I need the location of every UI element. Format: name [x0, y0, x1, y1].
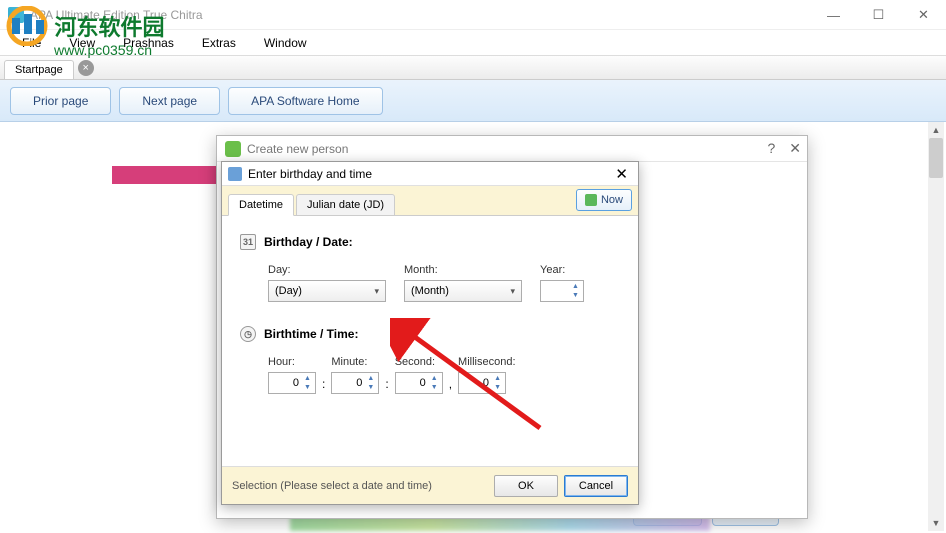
menu-extras[interactable]: Extras — [188, 32, 250, 54]
titlebar: APA Ultimate Edition True Chitra — [0, 0, 946, 30]
tab-julian[interactable]: Julian date (JD) — [296, 194, 395, 216]
birthday-dialog: Enter birthday and time ✕ Datetime Julia… — [221, 161, 639, 505]
menubar: File View Prashnas Extras Window — [0, 30, 946, 56]
up-arrow-icon[interactable]: ▲ — [364, 374, 377, 383]
scroll-down-icon[interactable]: ▼ — [928, 515, 944, 531]
month-combo[interactable]: (Month) — [404, 280, 522, 302]
tab-close-icon[interactable]: × — [78, 60, 94, 76]
prior-page-button[interactable]: Prior page — [10, 87, 111, 115]
down-arrow-icon[interactable]: ▼ — [301, 383, 314, 392]
tab-datetime[interactable]: Datetime — [228, 194, 294, 216]
menu-prashnas[interactable]: Prashnas — [109, 32, 188, 54]
second-spinner[interactable]: 0▲▼ — [395, 372, 443, 394]
up-arrow-icon[interactable]: ▲ — [428, 374, 441, 383]
outer-close-button[interactable]: ✕ — [789, 140, 801, 157]
outer-dialog-title: Create new person — [247, 142, 348, 156]
window-controls: — ☐ ✕ — [811, 0, 946, 30]
up-arrow-icon[interactable]: ▲ — [569, 282, 582, 291]
person-icon — [225, 141, 241, 157]
now-icon — [585, 194, 597, 206]
time-section-label: Birthtime / Time: — [264, 327, 358, 341]
year-label: Year: — [540, 264, 584, 276]
month-value: (Month) — [411, 285, 449, 297]
day-combo[interactable]: (Day) — [268, 280, 386, 302]
menu-file[interactable]: File — [8, 32, 55, 54]
down-arrow-icon[interactable]: ▼ — [364, 383, 377, 392]
day-value: (Day) — [275, 285, 302, 297]
calendar-icon — [228, 167, 242, 181]
ms-label: Millisecond: — [458, 356, 515, 368]
toolbar: Prior page Next page APA Software Home — [0, 80, 946, 122]
inner-dialog-title: Enter birthday and time — [248, 167, 372, 181]
ok-button[interactable]: OK — [494, 475, 558, 497]
second-label: Second: — [395, 356, 443, 368]
outer-help-button[interactable]: ? — [767, 140, 775, 157]
time-separator: , — [449, 377, 452, 394]
hour-value: 0 — [293, 377, 299, 389]
minimize-button[interactable]: — — [811, 0, 856, 30]
month-label: Month: — [404, 264, 522, 276]
footer-hint: Selection (Please select a date and time… — [232, 480, 488, 492]
day-label: Day: — [268, 264, 386, 276]
next-page-button[interactable]: Next page — [119, 87, 220, 115]
down-arrow-icon[interactable]: ▼ — [569, 291, 582, 300]
time-separator: : — [322, 377, 325, 394]
inner-close-button[interactable]: ✕ — [611, 165, 632, 183]
minute-value: 0 — [356, 377, 362, 389]
ms-value: 0 — [483, 377, 489, 389]
time-separator: : — [385, 377, 388, 394]
close-button[interactable]: ✕ — [901, 0, 946, 30]
document-tabs: Startpage × — [0, 56, 946, 80]
scroll-thumb[interactable] — [929, 138, 943, 178]
second-value: 0 — [420, 377, 426, 389]
vertical-scrollbar[interactable]: ▲ ▼ — [928, 122, 944, 531]
maximize-button[interactable]: ☐ — [856, 0, 901, 30]
now-button[interactable]: Now — [576, 189, 632, 211]
clock-icon: ◷ — [240, 326, 256, 342]
menu-view[interactable]: View — [55, 32, 109, 54]
ms-spinner[interactable]: 0▲▼ — [458, 372, 506, 394]
minute-label: Minute: — [331, 356, 379, 368]
hour-label: Hour: — [268, 356, 316, 368]
down-arrow-icon[interactable]: ▼ — [428, 383, 441, 392]
date-section-label: Birthday / Date: — [264, 235, 353, 249]
menu-window[interactable]: Window — [250, 32, 321, 54]
date-icon: 31 — [240, 234, 256, 250]
window-title: APA Ultimate Edition True Chitra — [30, 8, 203, 22]
app-icon — [8, 7, 24, 23]
tab-startpage[interactable]: Startpage — [4, 60, 74, 79]
scroll-up-icon[interactable]: ▲ — [928, 122, 944, 138]
up-arrow-icon[interactable]: ▲ — [301, 374, 314, 383]
year-spinner[interactable]: ▲▼ — [540, 280, 584, 302]
hour-spinner[interactable]: 0▲▼ — [268, 372, 316, 394]
down-arrow-icon[interactable]: ▼ — [491, 383, 504, 392]
cancel-button[interactable]: Cancel — [564, 475, 628, 497]
apa-home-button[interactable]: APA Software Home — [228, 87, 383, 115]
minute-spinner[interactable]: 0▲▼ — [331, 372, 379, 394]
up-arrow-icon[interactable]: ▲ — [491, 374, 504, 383]
now-label: Now — [601, 194, 623, 206]
